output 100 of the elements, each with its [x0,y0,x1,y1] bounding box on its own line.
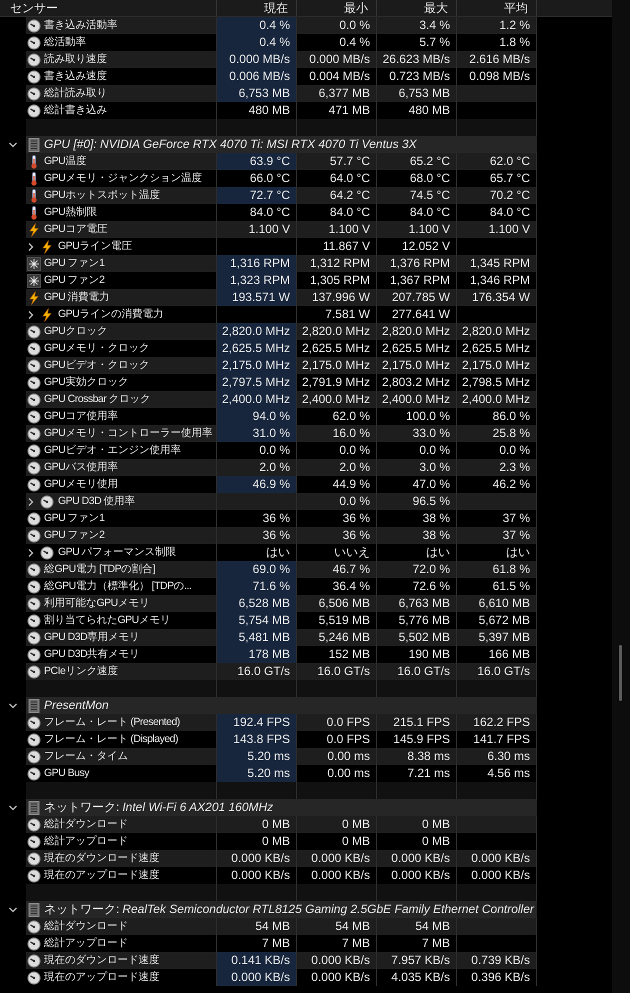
scrollbar-thumb[interactable] [619,645,622,701]
chevron-right-icon[interactable] [26,496,36,506]
table-cell: 2,400.0 MHz [297,391,377,408]
table-cell: 6,506 MB [297,595,377,612]
table-cell: 72.7 °C [217,187,297,204]
table-cell: 0.4 % [217,34,297,51]
table-cell: 0.396 KB/s [457,969,537,986]
table-cell: 1,345 RPM [457,255,537,272]
table-cell: 63.9 °C [217,153,297,170]
sensor-name: 現在のダウンロード速度 [44,953,160,968]
chevron-down-icon[interactable] [8,700,18,710]
table-cell: 26.623 MB/s [377,51,457,68]
sensor-group-header[interactable]: ネットワーク: Intel Wi-Fi 6 AX201 160MHz [26,799,537,816]
table-cell: 71.6 % [217,578,297,595]
table-cell: 25.8 % [457,425,537,442]
sensor-group-header[interactable]: ネットワーク: RealTek Semiconductor RTL8125 Gaming 2.5GbE Family Ethernet Controller [26,901,537,918]
sensor-name: GPU D3D 使用率 [58,494,136,509]
chevron-down-icon[interactable] [8,904,18,914]
table-cell: 0.000 MB/s [297,51,377,68]
chevron-down-icon[interactable] [8,140,18,150]
table-cell: 6,610 MB [457,595,537,612]
table-cell: 74.5 °C [377,187,457,204]
table-cell: 215.1 FPS [377,714,457,731]
table-cell: 0.000 KB/s [457,850,537,867]
table-cell: 54 MB [377,918,457,935]
table-cell: 16.0 GT/s [297,663,377,680]
table-cell: 3.4 % [377,17,457,34]
sensor-name: GPUコア電圧 [44,222,108,237]
table-cell: 2,175.0 MHz [377,357,457,374]
table-cell: 137.996 W [297,289,377,306]
table-cell: 5.20 ms [217,748,297,765]
table-cell: 0.000 KB/s [297,952,377,969]
table-cell: 0.000 MB/s [217,51,297,68]
table-cell: 31.0 % [217,425,297,442]
sensor-name: 総計アップロード [44,834,128,849]
chevron-right-icon[interactable] [26,242,36,252]
group-title: PresentMon [44,697,109,714]
table-cell: 64.2 °C [297,187,377,204]
table-cell: 0.000 KB/s [297,969,377,986]
table-cell: 1,316 RPM [217,255,297,272]
table-cell: 37 % [457,527,537,544]
table-cell: 0.0 FPS [297,714,377,731]
table-cell: 1.100 V [457,221,537,238]
sensor-name: 書き込み活動率 [44,18,118,33]
table-cell: 192.4 FPS [217,714,297,731]
table-cell: 57.7 °C [297,153,377,170]
table-cell: 1,376 RPM [377,255,457,272]
sensor-name: 総計ダウンロード [44,919,128,934]
sensor-name: 割り当てられたGPUメモリ [44,613,170,628]
table-cell: 65.2 °C [377,153,457,170]
table-cell: 5.20 ms [217,765,297,782]
table-cell: 2,820.0 MHz [217,323,297,340]
scrollbar[interactable] [612,0,630,993]
sensor-name: GPUホットスポット温度 [44,188,160,203]
column-header[interactable]: 最小 [297,0,377,16]
table-cell: 8.38 ms [377,748,457,765]
table-cell: 4.035 KB/s [377,969,457,986]
column-header[interactable]: 現在 [217,0,297,16]
table-cell: 1.100 V [297,221,377,238]
table-cell: 69.0 % [217,561,297,578]
sensor-name: 総計読み取り [44,86,107,101]
table-cell: 2,820.0 MHz [457,323,537,340]
sensor-name: 総計書き込み [44,103,107,118]
sensor-name: GPUビデオ・クロック [44,358,150,373]
sensor-name: GPU Busy [44,766,90,781]
group-title: Intel Wi-Fi 6 AX201 160MHz [122,799,274,816]
table-cell: 70.2 °C [457,187,537,204]
table-cell: 193.571 W [217,289,297,306]
sensor-name: 総GPU電力 [TDPの割合] [44,562,156,577]
table-cell: 5,397 MB [457,629,537,646]
sensor-name: GPU ファン2 [44,528,105,543]
table-cell: 0.0 % [297,493,377,510]
chevron-right-icon[interactable] [26,310,36,320]
sensor-name: GPU 消費電力 [44,290,110,305]
column-header[interactable]: 最大 [377,0,457,16]
table-cell: 0 MB [297,816,377,833]
sensor-group-header[interactable]: GPU [#0]: NVIDIA GeForce RTX 4070 Ti: MSI RTX 4070 Ti Ventus 3X [26,136,537,153]
chevron-down-icon[interactable] [8,802,18,812]
column-header[interactable]: センサー [0,0,217,16]
sensor-name: GPUコア使用率 [44,409,118,424]
table-cell: 33.0 % [377,425,457,442]
chevron-right-icon[interactable] [26,548,36,558]
table-cell: 143.8 FPS [217,731,297,748]
column-header[interactable]: 平均 [457,0,537,16]
table-cell: 46.9 % [217,476,297,493]
sensor-name: フレーム・レート (Displayed) [44,732,178,747]
sensor-group-header[interactable]: PresentMon [26,697,537,714]
gauge-icon [27,104,41,118]
fan-icon [27,274,41,288]
table-cell: 61.8 % [457,561,537,578]
table-cell: 62.0 °C [457,153,537,170]
sensor-name: 現在のダウンロード速度 [44,851,160,866]
table-cell: 94.0 % [217,408,297,425]
sensor-name: GPUメモリ・クロック [44,341,150,356]
table-cell: 46.7 % [297,561,377,578]
table-cell: 2,400.0 MHz [217,391,297,408]
sensor-name: GPU ファン1 [44,511,105,526]
sensor-name: GPU ファン1 [44,256,105,271]
table-cell: 54 MB [297,918,377,935]
table-cell: 0.739 KB/s [457,952,537,969]
